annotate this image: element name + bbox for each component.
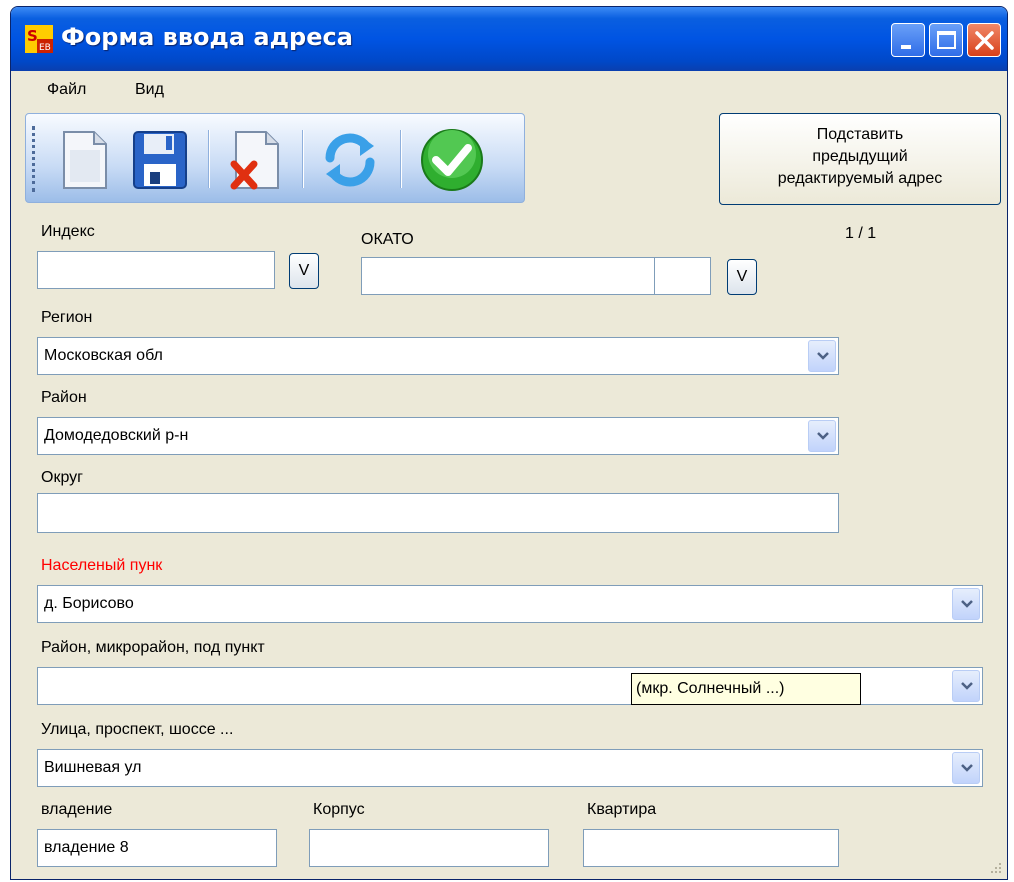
app-logo-icon: S ЕВ: [25, 25, 53, 53]
menu-bar: Файл Вид: [11, 71, 1007, 111]
maximize-icon: [937, 31, 956, 49]
save-button[interactable]: [126, 126, 194, 194]
save-icon: [133, 131, 187, 189]
index-field[interactable]: [37, 251, 275, 289]
region-label: Регион: [41, 309, 93, 326]
okato-label: ОКАТО: [361, 231, 414, 248]
settlement-combobox[interactable]: д. Борисово: [37, 585, 983, 623]
close-icon: [975, 31, 994, 50]
microdistrict-label: Район, микрорайон, под пункт: [41, 639, 265, 656]
record-counter: 1 / 1: [845, 225, 877, 242]
toolbar-grip[interactable]: [32, 126, 35, 192]
region-dropdown-button[interactable]: [808, 340, 836, 372]
toolbar-separator: [400, 130, 402, 188]
building-label: Корпус: [313, 801, 365, 818]
chevron-down-icon: [961, 600, 973, 608]
street-dropdown-button[interactable]: [952, 752, 980, 784]
confirm-check-icon: [421, 129, 483, 191]
delete-button[interactable]: [222, 126, 290, 194]
street-value: Вишневая ул: [44, 759, 142, 776]
minimize-icon: [901, 45, 911, 49]
refresh-button[interactable]: [316, 126, 384, 194]
index-lookup-button[interactable]: V: [289, 253, 319, 289]
microdistrict-dropdown-button[interactable]: [952, 670, 980, 702]
toolbar-separator: [302, 130, 304, 188]
apartment-field[interactable]: [583, 829, 839, 867]
okato-lookup-button[interactable]: V: [727, 259, 757, 295]
region-combobox[interactable]: Московская обл: [37, 337, 839, 375]
apartment-label: Квартира: [587, 801, 657, 818]
delete-document-icon: [230, 131, 279, 190]
region-value: Московская обл: [44, 347, 163, 364]
maximize-button[interactable]: [929, 23, 963, 57]
toolbar-separator: [208, 130, 210, 188]
resize-grip-icon[interactable]: [985, 857, 1003, 875]
okato-field[interactable]: [361, 257, 711, 295]
chevron-down-icon: [961, 764, 973, 772]
title-bar[interactable]: S ЕВ Форма ввода адреса: [11, 7, 1007, 71]
minimize-button[interactable]: [891, 23, 925, 57]
settlement-label: Населеный пунк: [41, 557, 163, 574]
building-field[interactable]: [309, 829, 549, 867]
insert-previous-address-button[interactable]: Подставить предыдущий редактируемый адре…: [719, 113, 1001, 205]
settlement-value: д. Борисово: [44, 595, 134, 612]
district-label: Район: [41, 389, 87, 406]
new-button[interactable]: [50, 126, 118, 194]
house-field[interactable]: владение 8: [37, 829, 277, 867]
district-value: Домодедовский р-н: [44, 427, 189, 444]
district-dropdown-button[interactable]: [808, 420, 836, 452]
chevron-down-icon: [817, 432, 829, 440]
street-combobox[interactable]: Вишневая ул: [37, 749, 983, 787]
okrug-label: Округ: [41, 469, 83, 486]
microdistrict-tooltip: (мкр. Солнечный ...): [631, 673, 861, 705]
street-label: Улица, проспект, шоссе ...: [41, 721, 234, 738]
okato-divider: [654, 258, 655, 294]
refresh-icon: [325, 133, 375, 187]
close-button[interactable]: [967, 23, 1001, 57]
district-combobox[interactable]: Домодедовский р-н: [37, 417, 839, 455]
chevron-down-icon: [817, 352, 829, 360]
house-label: владение: [41, 801, 113, 818]
menu-view[interactable]: Вид: [135, 81, 164, 99]
okrug-field[interactable]: [37, 493, 839, 533]
chevron-down-icon: [961, 682, 973, 690]
confirm-button[interactable]: [418, 126, 486, 194]
svg-text:S: S: [27, 27, 38, 45]
menu-file[interactable]: Файл: [47, 81, 86, 99]
address-form-window: S ЕВ Форма ввода адреса Файл Вид Подстав…: [10, 6, 1008, 880]
window-title: Форма ввода адреса: [61, 23, 353, 51]
svg-text:ЕВ: ЕВ: [39, 43, 51, 53]
index-label: Индекс: [41, 223, 95, 240]
new-document-icon: [63, 131, 107, 189]
settlement-dropdown-button[interactable]: [952, 588, 980, 620]
toolbar: [25, 113, 525, 203]
